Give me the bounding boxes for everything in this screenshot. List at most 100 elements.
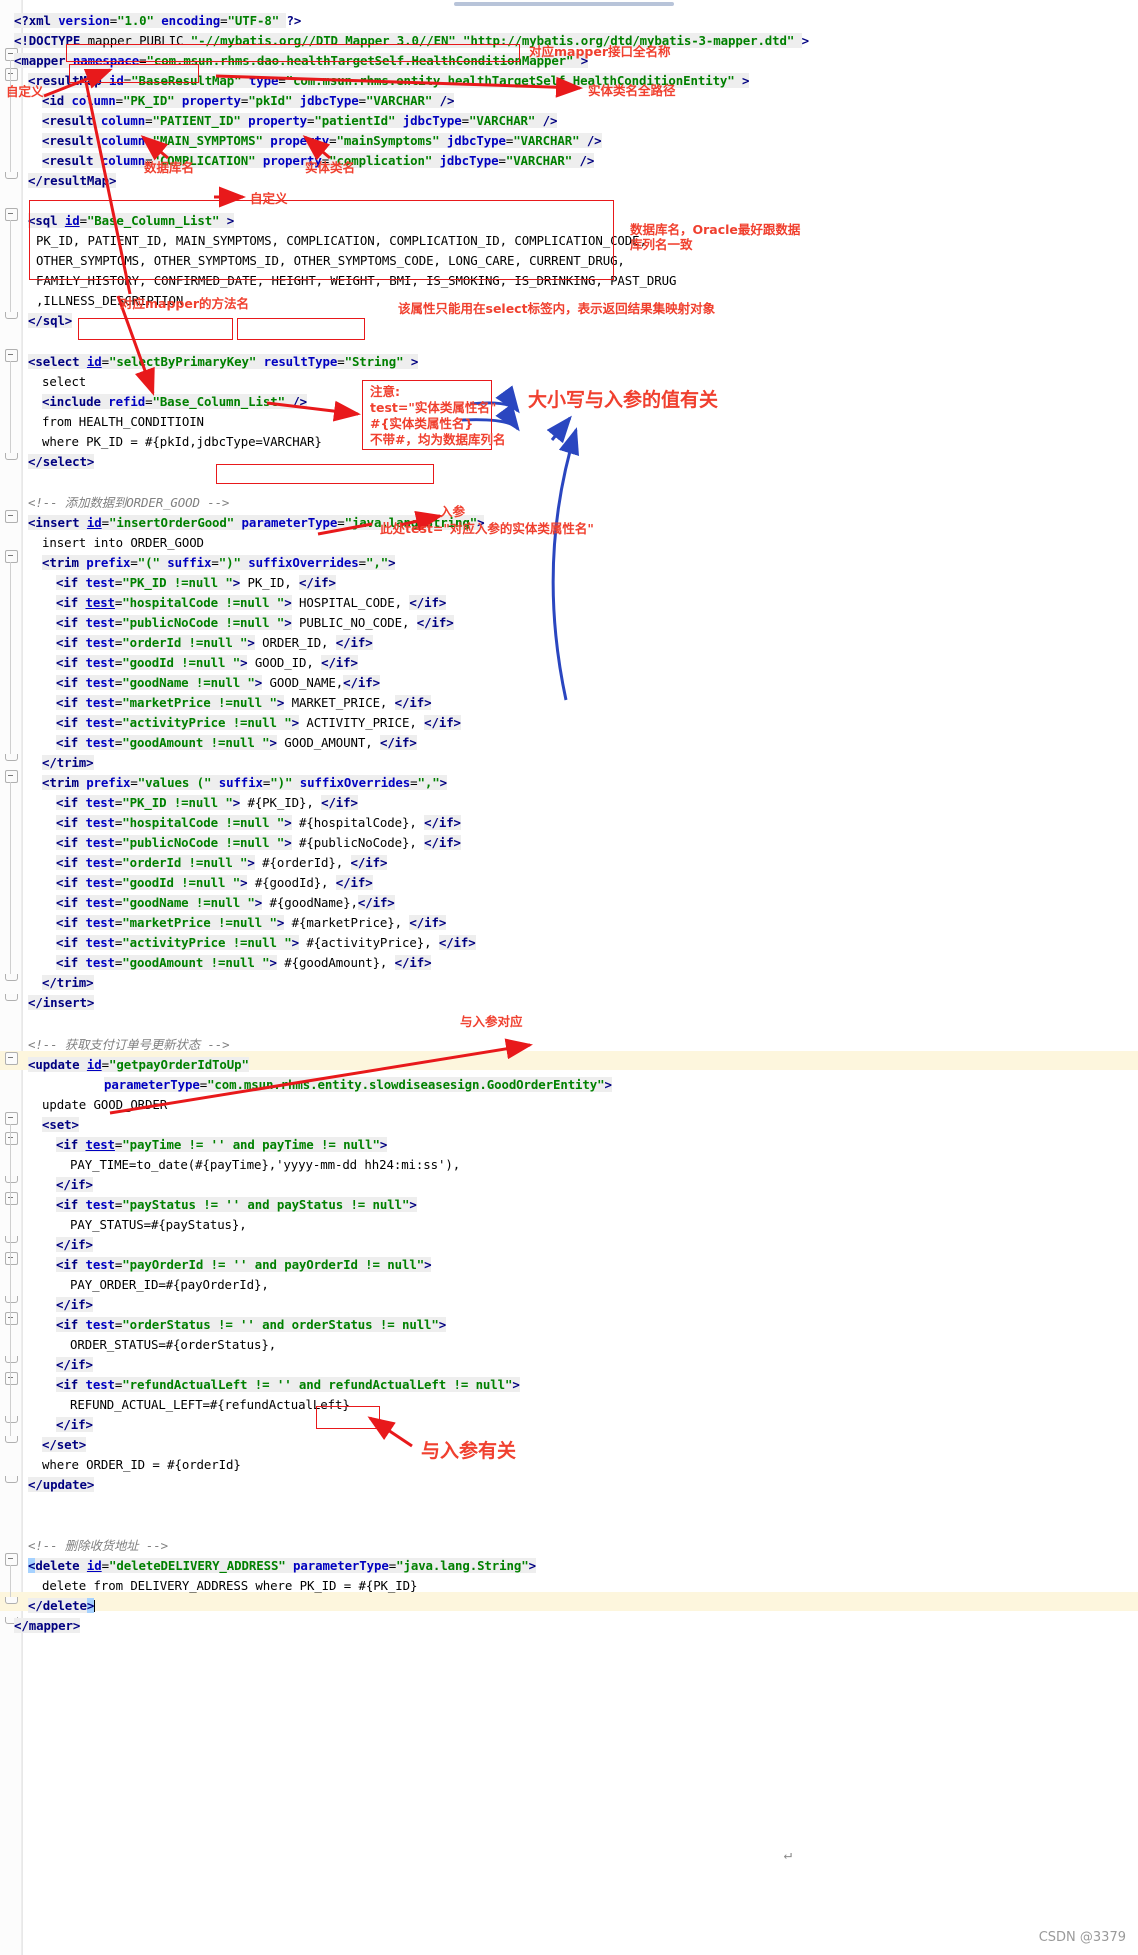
fold-end-if-orderstatus[interactable] <box>5 1356 18 1363</box>
code-line[interactable]: FAMILY_HISTORY, CONFIRMED_DATE, HEIGHT, … <box>36 272 676 290</box>
code-line[interactable]: <resultMap id="BaseResultMap" type="com.… <box>28 72 750 90</box>
code-line[interactable]: <if test="orderStatus != '' and orderSta… <box>56 1316 446 1334</box>
code-line[interactable]: <id column="PK_ID" property="pkId" jdbcT… <box>42 92 454 110</box>
fold-marker-select[interactable] <box>5 349 18 362</box>
code-line[interactable]: </mapper> <box>14 1617 80 1635</box>
code-line[interactable]: ,ILLNESS_DESCRIPTION <box>36 292 183 310</box>
code-line[interactable]: <!-- 添加数据到ORDER_GOOD --> <box>28 494 229 512</box>
code-line[interactable]: OTHER_SYMPTOMS, OTHER_SYMPTOMS_ID, OTHER… <box>36 252 625 270</box>
code-line[interactable]: where PK_ID = #{pkId,jdbcType=VARCHAR} <box>42 433 322 451</box>
code-line[interactable]: <set> <box>42 1116 79 1134</box>
code-line[interactable]: </delete> <box>28 1597 96 1615</box>
code-line[interactable]: <if test="activityPrice !=null "> #{acti… <box>56 934 476 952</box>
code-line[interactable]: </update> <box>28 1476 94 1494</box>
fold-marker-if-paystatus[interactable] <box>5 1192 18 1205</box>
code-line[interactable]: <if test="goodId !=null "> #{goodId}, </… <box>56 874 373 892</box>
fold-end-sql[interactable] <box>5 312 18 319</box>
code-line[interactable]: <include refid="Base_Column_List" /> <box>42 393 307 411</box>
fold-marker-if-paytime[interactable] <box>5 1132 18 1145</box>
fold-marker-set[interactable] <box>5 1112 18 1125</box>
code-line[interactable]: <!DOCTYPE mapper PUBLIC "-//mybatis.org/… <box>14 32 809 50</box>
fold-end-if-paytime[interactable] <box>5 1176 18 1183</box>
fold-end-update[interactable] <box>5 1476 18 1483</box>
code-line[interactable]: delete from DELIVERY_ADDRESS where PK_ID… <box>42 1577 417 1595</box>
code-line[interactable]: </trim> <box>42 754 94 772</box>
code-line[interactable]: <if test="payTime != '' and payTime != n… <box>56 1136 387 1154</box>
code-line[interactable]: where ORDER_ID = #{orderId} <box>42 1456 241 1474</box>
code-line[interactable]: <sql id="Base_Column_List" > <box>28 212 234 230</box>
fold-marker-trim1[interactable] <box>5 550 18 563</box>
code-line[interactable]: <if test="publicNoCode !=null "> PUBLIC_… <box>56 614 454 632</box>
code-line[interactable]: <if test="refundActualLeft != '' and ref… <box>56 1376 520 1394</box>
code-line[interactable]: <if test="goodId !=null "> GOOD_ID, </if… <box>56 654 358 672</box>
code-line[interactable]: <if test="orderId !=null "> #{orderId}, … <box>56 854 387 872</box>
code-line[interactable]: <delete id="deleteDELIVERY_ADDRESS" para… <box>28 1557 536 1575</box>
fold-marker-trim2[interactable] <box>5 770 18 783</box>
code-line[interactable]: <if test="hospitalCode !=null "> HOSPITA… <box>56 594 446 612</box>
code-line[interactable]: <if test="activityPrice !=null "> ACTIVI… <box>56 714 461 732</box>
code-line[interactable]: <if test="goodAmount !=null "> #{goodAmo… <box>56 954 432 972</box>
code-line[interactable]: </if> <box>56 1236 93 1254</box>
code-line[interactable]: <select id="selectByPrimaryKey" resultTy… <box>28 353 418 371</box>
code-line[interactable]: <if test="goodAmount !=null "> GOOD_AMOU… <box>56 734 417 752</box>
fold-marker-if-orderstatus[interactable] <box>5 1312 18 1325</box>
code-line[interactable]: <update id="getpayOrderIdToUp" <box>28 1056 249 1074</box>
code-line[interactable]: </trim> <box>42 974 94 992</box>
code-line[interactable]: <if test="marketPrice !=null "> #{market… <box>56 914 446 932</box>
code-line[interactable]: select <box>42 373 86 391</box>
code-line[interactable]: REFUND_ACTUAL_LEFT=#{refundActualLeft} <box>70 1396 350 1414</box>
code-line[interactable]: <?xml version="1.0" encoding="UTF-8" ?> <box>14 12 301 30</box>
code-line[interactable]: </set> <box>42 1436 86 1454</box>
fold-end-delete[interactable] <box>5 1597 18 1604</box>
fold-marker-if-refund[interactable] <box>5 1372 18 1385</box>
code-line[interactable]: <!-- 删除收货地址 --> <box>28 1537 168 1555</box>
code-line[interactable]: <trim prefix="(" suffix=")" suffixOverri… <box>42 554 396 572</box>
code-line[interactable]: <if test="goodName !=null "> GOOD_NAME,<… <box>56 674 380 692</box>
code-line[interactable]: <result column="MAIN_SYMPTOMS" property=… <box>42 132 602 150</box>
fold-marker-update[interactable] <box>5 1052 18 1065</box>
fold-end-if-payorderid[interactable] <box>5 1296 18 1303</box>
code-line[interactable]: ORDER_STATUS=#{orderStatus}, <box>70 1336 276 1354</box>
code-line[interactable]: <if test="marketPrice !=null "> MARKET_P… <box>56 694 432 712</box>
code-line[interactable]: <result column="COMPLICATION" property="… <box>42 152 594 170</box>
code-line[interactable]: from HEALTH_CONDITIOIN <box>42 413 204 431</box>
code-line[interactable]: <if test="goodName !=null "> #{goodName}… <box>56 894 395 912</box>
fold-end-select[interactable] <box>5 453 18 460</box>
code-line[interactable]: parameterType="com.msun.rhms.entity.slow… <box>104 1076 612 1094</box>
code-line[interactable]: <trim prefix="values (" suffix=")" suffi… <box>42 774 447 792</box>
code-line[interactable]: <insert id="insertOrderGood" parameterTy… <box>28 514 485 532</box>
code-line[interactable]: </resultMap> <box>28 172 116 190</box>
code-line[interactable]: PAY_STATUS=#{payStatus}, <box>70 1216 247 1234</box>
code-line[interactable]: <if test="publicNoCode !=null "> #{publi… <box>56 834 461 852</box>
code-line[interactable]: <if test="payStatus != '' and payStatus … <box>56 1196 417 1214</box>
code-line[interactable]: </select> <box>28 453 94 471</box>
fold-end-trim1[interactable] <box>5 754 18 761</box>
code-line[interactable]: <if test="payOrderId != '' and payOrderI… <box>56 1256 432 1274</box>
fold-end-if-refund[interactable] <box>5 1416 18 1423</box>
code-line[interactable]: PAY_TIME=to_date(#{payTime},'yyyy-mm-dd … <box>70 1156 460 1174</box>
fold-end-resultmap[interactable] <box>5 172 18 179</box>
code-line[interactable]: </if> <box>56 1356 93 1374</box>
code-line[interactable]: PAY_ORDER_ID=#{payOrderId}, <box>70 1276 269 1294</box>
code-line[interactable]: </sql> <box>28 312 72 330</box>
code-line[interactable]: PK_ID, PATIENT_ID, MAIN_SYMPTOMS, COMPLI… <box>36 232 647 250</box>
fold-marker-if-payorderid[interactable] <box>5 1252 18 1265</box>
code-line[interactable]: </if> <box>56 1296 93 1314</box>
code-line[interactable]: <if test="PK_ID !=null "> PK_ID, </if> <box>56 574 336 592</box>
fold-end-insert[interactable] <box>5 994 18 1001</box>
code-line[interactable]: update GOOD_ORDER <box>42 1096 167 1114</box>
fold-end-trim2[interactable] <box>5 974 18 981</box>
fold-marker-delete[interactable] <box>5 1553 18 1566</box>
code-line[interactable]: <if test="orderId !=null "> ORDER_ID, </… <box>56 634 373 652</box>
code-line[interactable]: insert into ORDER_GOOD <box>42 534 204 552</box>
fold-end-if-paystatus[interactable] <box>5 1236 18 1243</box>
code-line[interactable]: <mapper namespace="com.msun.rhms.dao.hea… <box>14 52 588 70</box>
code-line[interactable]: <if test="hospitalCode !=null "> #{hospi… <box>56 814 461 832</box>
code-line[interactable]: <result column="PATIENT_ID" property="pa… <box>42 112 557 130</box>
code-line[interactable]: </if> <box>56 1416 93 1434</box>
code-line[interactable]: </insert> <box>28 994 94 1012</box>
code-line[interactable]: <if test="PK_ID !=null "> #{PK_ID}, </if… <box>56 794 358 812</box>
code-line[interactable]: <!-- 获取支付订单号更新状态 --> <box>28 1036 230 1054</box>
fold-end-set[interactable] <box>5 1436 18 1443</box>
horizontal-scrollbar[interactable] <box>454 2 674 6</box>
